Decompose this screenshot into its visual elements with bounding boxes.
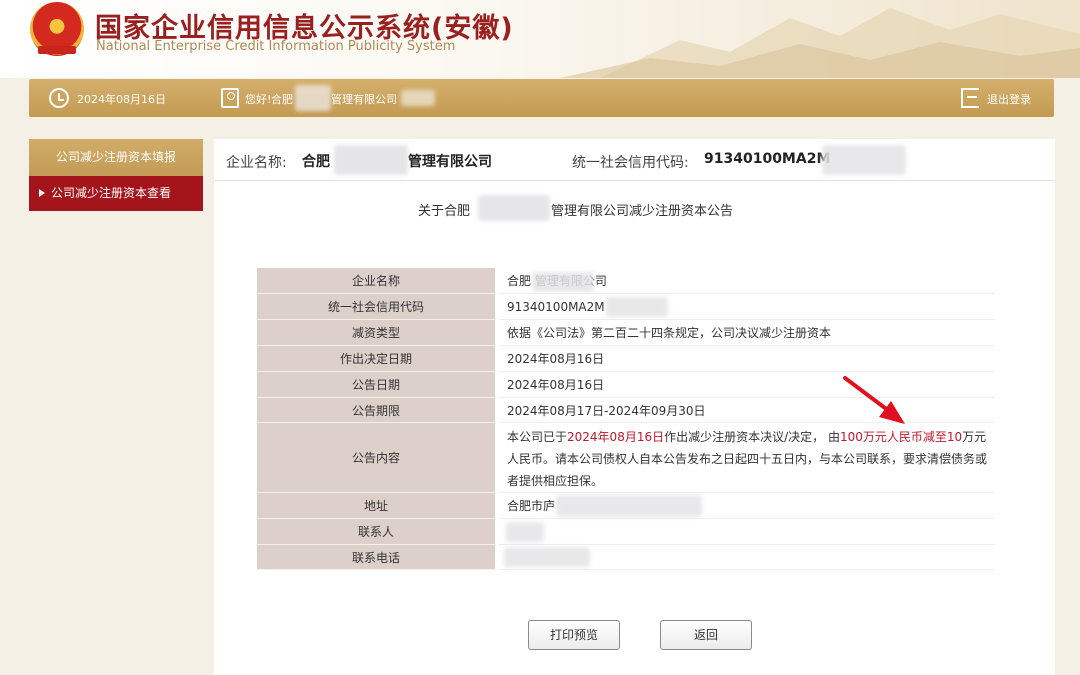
table-row: 减资类型 依据《公司法》第二百二十四条规定，公司决议减少注册资本 [257,320,995,346]
table-row: 公告期限 2024年08月17日-2024年09月30日 [257,398,995,423]
content-reduction-text: 万元人民币减至 [862,430,947,444]
row-value: 2024年08月16日 [499,346,995,372]
credit-code-value: 91340100MA2M [704,151,831,167]
status-company-tail: 管理有限公司 [331,93,397,106]
table-row: 公告内容 本公司已于2024年08月16日作出减少注册资本决议/决定， 由100… [257,423,995,493]
row-label: 减资类型 [257,320,495,346]
status-bar: 2024年08月16日 您好! 合肥 管理有限公司 退出登录 [29,79,1054,117]
row-label: 联系电话 [257,545,495,570]
sidebar-item-fill-report[interactable]: 公司减少注册资本填报 [29,139,203,176]
table-row: 作出决定日期 2024年08月16日 [257,346,995,372]
content-to-amount: 10 [946,430,963,444]
row-label: 公告日期 [257,372,495,398]
logout-link[interactable]: 退出登录 [987,91,1031,107]
redaction-blur [532,272,594,292]
company-name-label: 企业名称: [226,155,287,171]
user-icon [221,88,239,108]
row-label: 统一社会信用代码 [257,294,495,320]
redaction-blur [504,547,590,567]
clock-icon [49,88,69,108]
status-company-head: 合肥 [271,93,293,106]
row-label: 公告期限 [257,398,495,423]
mountain-banner-image [560,8,1080,78]
back-button[interactable]: 返回 [660,620,752,650]
site-header: 国家企业信用信息公示系统(安徽) National Enterprise Cre… [0,0,1080,78]
content-text: 作出减少注册资本决议/决定， 由 [664,430,840,444]
site-subtitle: National Enterprise Credit Information P… [96,39,456,54]
row-label: 企业名称 [257,268,495,294]
notice-title-tail: 管理有限公司减少注册资本公告 [551,204,734,219]
notice-title-head: 关于合肥 [418,204,471,219]
redaction-blur [401,90,435,106]
main-panel: 企业名称: 合肥 管理有限公司 统一社会信用代码: 91340100MA2M 关… [214,139,1055,675]
content-text: 本公司已于 [507,430,568,444]
table-row: 联系电话 [257,545,995,570]
announcement-content: 本公司已于2024年08月16日作出减少注册资本决议/决定， 由100万元人民币… [499,423,995,493]
table-row: 企业名称 合肥 管理有限公司 [257,268,995,294]
redaction-blur [478,195,550,221]
redaction-blur [334,145,408,175]
row-value: 2024年08月16日 [499,372,995,398]
redaction-blur [506,522,544,542]
print-preview-button[interactable]: 打印预览 [528,620,620,650]
row-label: 公告内容 [257,423,495,493]
redaction-blur [556,495,702,517]
sidebar-item-label: 公司减少注册资本查看 [51,186,172,200]
row-label: 联系人 [257,519,495,545]
redaction-blur [606,297,668,317]
greeting-text: 您好! [245,93,272,106]
row-value: 91340100MA2M [499,294,995,320]
company-name-value-tail: 管理有限公司 [408,154,492,170]
company-name-value-head: 合肥 [302,154,330,170]
redaction-blur [822,145,906,175]
current-date: 2024年08月16日 [77,93,166,106]
row-label: 地址 [257,493,495,519]
row-label: 作出决定日期 [257,346,495,372]
row-value [499,519,995,545]
row-value: 依据《公司法》第二百二十四条规定，公司决议减少注册资本 [499,320,995,346]
logout-icon[interactable] [961,88,979,108]
table-row: 联系人 [257,519,995,545]
company-info-bar: 企业名称: 合肥 管理有限公司 统一社会信用代码: 91340100MA2M [214,139,1055,181]
credit-code-label: 统一社会信用代码: [572,155,689,171]
emblem-ribbon [38,46,76,54]
row-value: 2024年08月17日-2024年09月30日 [499,398,995,423]
redaction-blur [295,85,331,111]
table-row: 公告日期 2024年08月16日 [257,372,995,398]
sidebar-item-view[interactable]: 公司减少注册资本查看 [29,176,203,211]
content-from-amount: 100 [839,430,863,444]
content-decision-date: 2024年08月16日 [567,430,665,444]
